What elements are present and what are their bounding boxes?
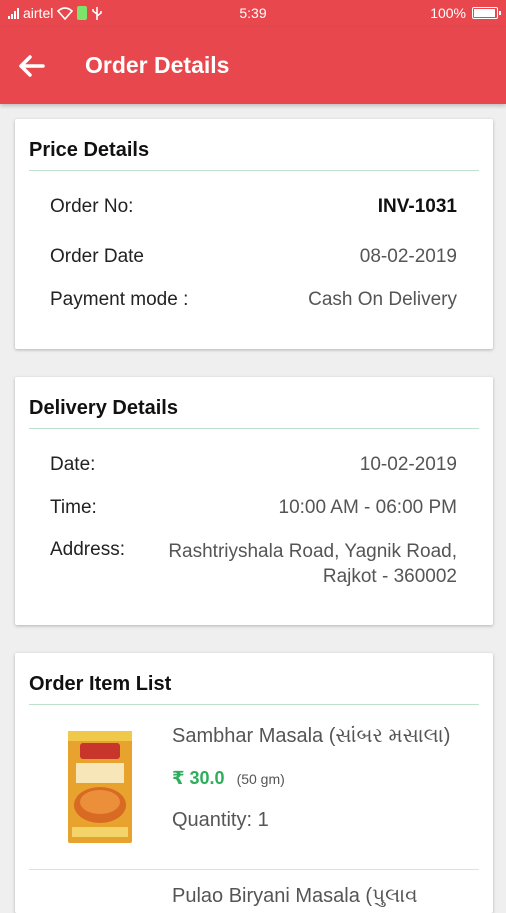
divider	[29, 428, 479, 429]
battery-percent: 100%	[430, 5, 466, 21]
divider	[29, 704, 479, 705]
order-no-label: Order No:	[50, 196, 134, 217]
item-quantity: Quantity: 1	[172, 809, 269, 832]
price-details-card: Price Details Order No: INV-1031 Order D…	[15, 119, 493, 349]
order-date-value: 08-02-2019	[359, 246, 457, 267]
address-value: Rashtriyshala Road, Yagnik Road, Rajkot …	[168, 539, 457, 589]
delivery-time-value: 10:00 AM - 06:00 PM	[278, 497, 458, 518]
address-label: Address:	[50, 539, 125, 560]
app-bar: Order Details	[0, 27, 506, 104]
item-name: Pulao Biryani Masala (પુલાવ	[172, 885, 418, 907]
delivery-details-title: Delivery Details	[29, 397, 178, 419]
order-item-list-title: Order Item List	[29, 673, 172, 695]
divider	[29, 170, 479, 171]
order-date-label: Order Date	[50, 246, 144, 267]
delivery-date-label: Date:	[50, 454, 96, 475]
address-line-2: Rajkot - 360002	[322, 566, 457, 587]
page-title: Order Details	[85, 52, 230, 78]
address-row: Address: Rashtriyshala Road, Yagnik Road…	[50, 539, 457, 589]
quantity-label: Quantity:	[172, 809, 253, 831]
quantity-value: 1	[257, 809, 269, 831]
item-price: ₹ 30.0	[172, 768, 225, 788]
item-name: Sambhar Masala (સાંબર મસાલા)	[172, 725, 451, 747]
battery-icon	[472, 7, 501, 19]
address-line-1: Rashtriyshala Road, Yagnik Road,	[168, 541, 457, 562]
payment-mode-label: Payment mode :	[50, 289, 189, 310]
delivery-time-label: Time:	[50, 497, 97, 518]
order-no-value: INV-1031	[377, 196, 457, 217]
order-item-list-card: Order Item List Sambhar Masala (સાંબર મસ…	[15, 653, 493, 913]
payment-mode-value: Cash On Delivery	[308, 289, 457, 310]
item-price-line: ₹ 30.0 (50 gm)	[172, 768, 285, 789]
item-weight: (50 gm)	[236, 771, 285, 787]
status-right: 100%	[430, 5, 501, 21]
back-button[interactable]	[14, 49, 48, 83]
price-details-title: Price Details	[29, 139, 150, 161]
delivery-date-value: 10-02-2019	[359, 454, 457, 475]
status-bar: airtel 5:39 100%	[0, 0, 506, 27]
delivery-details-card: Delivery Details Date: 10-02-2019 Time: …	[15, 377, 493, 625]
item-divider	[29, 869, 479, 870]
arrow-left-icon	[19, 55, 45, 77]
masala-box-image	[68, 731, 132, 843]
